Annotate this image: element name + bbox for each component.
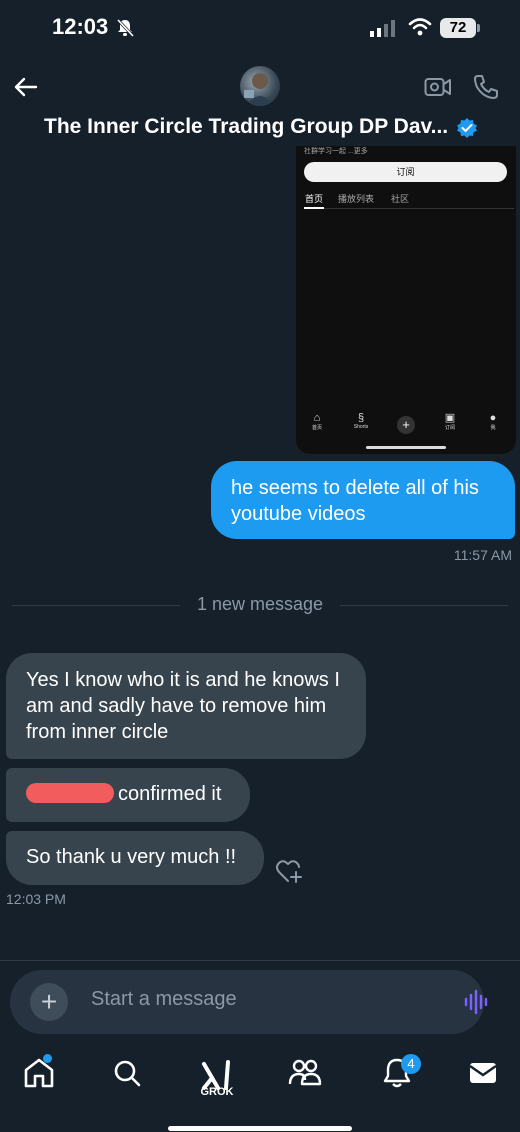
battery-tip bbox=[477, 24, 480, 32]
subscriptions-glyph-icon: ▣ bbox=[444, 412, 456, 424]
incoming-message[interactable]: So thank u very much !! bbox=[6, 831, 264, 885]
add-media-button[interactable]: + bbox=[30, 983, 68, 1021]
shorts-glyph-icon: § bbox=[357, 412, 365, 424]
battery-indicator: 72 bbox=[440, 18, 476, 38]
outgoing-message[interactable]: he seems to delete all of his youtube vi… bbox=[211, 461, 515, 539]
phone-call-icon[interactable] bbox=[472, 73, 500, 101]
image-home-bar bbox=[366, 446, 446, 449]
create-plus-icon: + bbox=[397, 416, 415, 434]
nav-home: ⌂ 首页 bbox=[302, 412, 332, 431]
home-indicator bbox=[168, 1126, 352, 1131]
nav-you: ● 我 bbox=[478, 412, 508, 431]
tab-underline bbox=[304, 207, 324, 209]
group-avatar[interactable] bbox=[240, 66, 280, 106]
incoming-message[interactable]: Yes I know who it is and he knows I am a… bbox=[6, 653, 366, 759]
signal-icon bbox=[370, 20, 395, 37]
notification-count-badge: 4 bbox=[401, 1054, 421, 1074]
verified-badge-icon bbox=[457, 118, 477, 138]
home-glyph-icon: ⌂ bbox=[313, 412, 321, 424]
avatar-image bbox=[244, 73, 274, 106]
add-reaction-icon[interactable] bbox=[275, 857, 305, 885]
nav-subscriptions: ▣ 订阅 bbox=[435, 412, 465, 431]
tab-divider bbox=[304, 208, 514, 209]
new-message-divider: 1 new message bbox=[196, 594, 324, 614]
message-input[interactable] bbox=[91, 988, 431, 1011]
redacted-name bbox=[26, 782, 114, 803]
search-tab-icon[interactable] bbox=[110, 1056, 144, 1090]
wifi-icon bbox=[408, 18, 432, 36]
messages-tab-icon[interactable] bbox=[466, 1056, 500, 1090]
outgoing-timestamp: 11:57 AM bbox=[453, 547, 512, 563]
voice-message-icon[interactable] bbox=[463, 988, 489, 1016]
channel-description: 社群学习一起 ...更多 bbox=[304, 148, 368, 155]
video-call-icon[interactable] bbox=[424, 75, 452, 99]
channel-tab-community: 社区 bbox=[391, 194, 410, 204]
conversation-title[interactable]: The Inner Circle Trading Group DP Dav... bbox=[44, 115, 448, 139]
incoming-message[interactable]: confirmed it bbox=[6, 768, 250, 822]
nav-shorts: § Shorts bbox=[346, 412, 376, 430]
subscribe-button: 订阅 bbox=[304, 162, 507, 182]
message-text: confirmed it bbox=[118, 783, 222, 805]
home-new-dot bbox=[43, 1054, 52, 1063]
shared-screenshot-image[interactable]: 社群学习一起 ...更多 订阅 首页 播放列表 社区 ⌂ 首页 § Shorts ▣… bbox=[296, 146, 516, 454]
composer-divider bbox=[0, 960, 520, 961]
grok-tab-label: GROK bbox=[200, 1086, 234, 1098]
incoming-timestamp: 12:03 PM bbox=[6, 891, 66, 907]
status-time: 12:03 bbox=[52, 14, 109, 39]
bell-muted-icon bbox=[116, 18, 135, 38]
channel-tab-playlists: 播放列表 bbox=[338, 194, 375, 204]
profile-glyph-icon: ● bbox=[489, 412, 497, 424]
channel-tab-home: 首页 bbox=[305, 194, 324, 204]
back-arrow-icon[interactable] bbox=[12, 74, 38, 100]
communities-tab-icon[interactable] bbox=[288, 1056, 322, 1090]
